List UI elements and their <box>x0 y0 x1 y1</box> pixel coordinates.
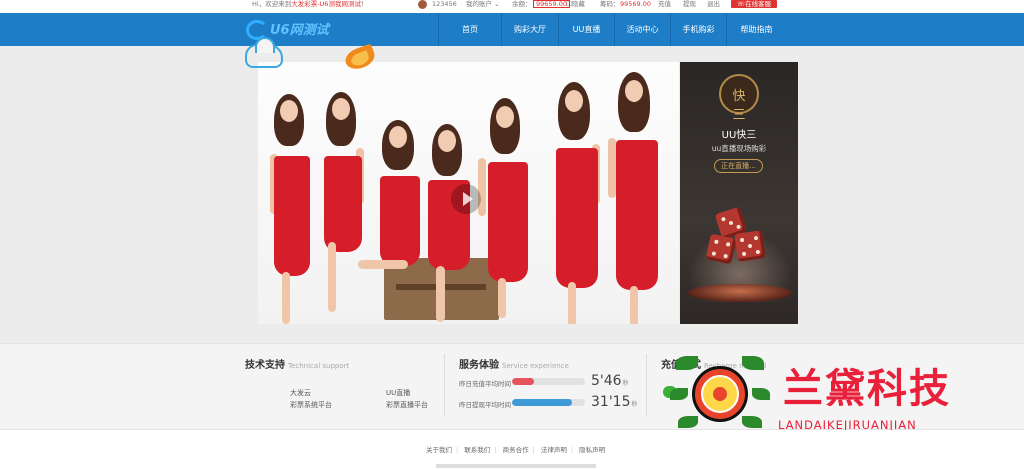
live-now-button[interactable]: 正在直播... <box>714 159 763 173</box>
dafa-cloud-brand[interactable]: 大发云 彩票系统平台 <box>290 387 332 411</box>
play-icon[interactable] <box>451 184 481 214</box>
my-account-label: 我的账户 <box>466 0 492 8</box>
site-link[interactable]: 大发彩票-U6测我网测试 <box>291 0 361 8</box>
hide-balance-toggle[interactable]: ☐隐藏 <box>566 0 585 8</box>
headset-icon: ☏ <box>736 0 746 8</box>
nav-menu: 首页 购彩大厅 UU直播 活动中心 手机购彩 帮助指南 <box>438 13 786 46</box>
footer-link-legal[interactable]: 法律声明 <box>541 446 567 454</box>
tech-support-title: 技术支持 Technical support <box>245 356 349 371</box>
brand1-line1: 大发云 <box>290 389 311 397</box>
stat-bar <box>512 378 585 385</box>
my-account-menu[interactable]: 我的账户 ⌄ <box>466 0 500 8</box>
live-video-banner[interactable] <box>258 62 679 324</box>
stat-value: 5'46秒 <box>591 373 629 389</box>
chips-value: 99569.00 <box>620 0 652 8</box>
stat-label: 昨日提现平均时间 <box>459 401 511 409</box>
stat-unit: 秒 <box>631 401 638 408</box>
dafa-cloud-logo-icon[interactable] <box>245 37 283 68</box>
main-area: 快三 UU快三 uu直播现场购彩 正在直播... <box>0 46 1024 343</box>
chips-label: 筹码： <box>600 0 620 8</box>
online-service-button[interactable]: ☏在线客服 <box>731 0 777 8</box>
footer-link-privacy[interactable]: 隐私声明 <box>579 446 605 454</box>
stat-bar-fill <box>512 399 572 406</box>
stat-bar <box>512 399 585 406</box>
badge-glyph: 快三 <box>732 89 746 123</box>
dice-icon <box>734 230 766 262</box>
footer: 关于我们 | 联系我们 | 商务合作 | 法律声明 | 隐私声明 <box>0 430 1024 470</box>
service-heading: 服务体验 <box>459 360 499 371</box>
stat-value-number: 31'15 <box>591 394 631 410</box>
panel-title: UU快三 <box>721 130 757 141</box>
nav-item-mobile[interactable]: 手机购彩 <box>670 13 726 46</box>
stat-label: 昨日充值平均时间 <box>459 380 511 388</box>
stat-value-number: 5'46 <box>591 373 622 389</box>
brand1-line2: 彩票系统平台 <box>290 401 332 409</box>
copyright-line <box>436 464 596 468</box>
landai-watermark-logo <box>670 352 770 436</box>
logout-link[interactable]: 退出 <box>707 0 720 8</box>
footer-link-contact[interactable]: 联系我们 <box>464 446 490 454</box>
footer-links: 关于我们 | 联系我们 | 商务合作 | 法律声明 | 隐私声明 <box>426 446 606 454</box>
user-id: 123456 <box>432 0 457 8</box>
watermark-title: 兰黛科技 <box>783 366 951 412</box>
divider <box>444 354 445 416</box>
uu-k3-live-panel[interactable]: 快三 UU快三 uu直播现场购彩 正在直播... <box>680 62 798 324</box>
uu-k3-badge-icon: 快三 <box>719 74 759 123</box>
brand2-line2: 彩票直播平台 <box>386 401 428 409</box>
nav-item-uu-live[interactable]: UU直播 <box>558 13 614 46</box>
nav-item-lottery-hall[interactable]: 购彩大厅 <box>501 13 558 46</box>
pedestal-decoration <box>688 284 792 302</box>
balance-value: 99659.00 <box>533 0 571 8</box>
hide-label: 隐藏 <box>571 0 585 8</box>
stat-unit: 秒 <box>622 380 629 387</box>
nav-item-help[interactable]: 帮助指南 <box>726 13 786 46</box>
greeting-text: Hi，欢迎来到 <box>252 0 292 8</box>
tech-support-heading-en: Technical support <box>288 362 350 370</box>
logo-text: U6网测试 <box>270 23 329 38</box>
chevron-down-icon: ⌄ <box>494 0 500 8</box>
recharge-link[interactable]: 充值 <box>658 0 671 8</box>
service-experience-title: 服务体验 Service experience <box>459 356 569 371</box>
withdraw-link[interactable]: 提现 <box>683 0 696 8</box>
nav-item-home[interactable]: 首页 <box>438 13 501 46</box>
dice-icon <box>705 233 737 265</box>
uu-live-brand[interactable]: UU直播 彩票直播平台 <box>386 387 428 411</box>
tech-support-heading: 技术支持 <box>245 360 285 371</box>
uu-live-logo-icon[interactable] <box>341 42 378 73</box>
nav-item-activities[interactable]: 活动中心 <box>614 13 670 46</box>
footer-link-business[interactable]: 商务合作 <box>503 446 529 454</box>
greeting: Hi，欢迎来到大发彩票-U6测我网测试！ <box>252 0 367 8</box>
main-navbar: U6网测试 首页 购彩大厅 UU直播 活动中心 手机购彩 帮助指南 <box>0 13 1024 46</box>
panel-subtitle: uu直播现场购彩 <box>711 144 767 153</box>
stat-value: 31'15秒 <box>591 394 638 410</box>
divider <box>646 354 647 416</box>
top-bar: Hi，欢迎来到大发彩票-U6测我网测试！ 123456 我的账户 ⌄ 余额： 9… <box>0 0 1024 12</box>
avatar[interactable] <box>418 0 427 9</box>
footer-link-about[interactable]: 关于我们 <box>426 446 452 454</box>
service-heading-en: Service experience <box>502 362 569 370</box>
balance-label: 余额： <box>512 0 532 8</box>
brand2-line1: UU直播 <box>386 389 411 397</box>
online-service-label: 在线客服 <box>745 0 772 8</box>
stat-bar-fill <box>512 378 534 385</box>
greeting-end: ！ <box>360 0 368 8</box>
